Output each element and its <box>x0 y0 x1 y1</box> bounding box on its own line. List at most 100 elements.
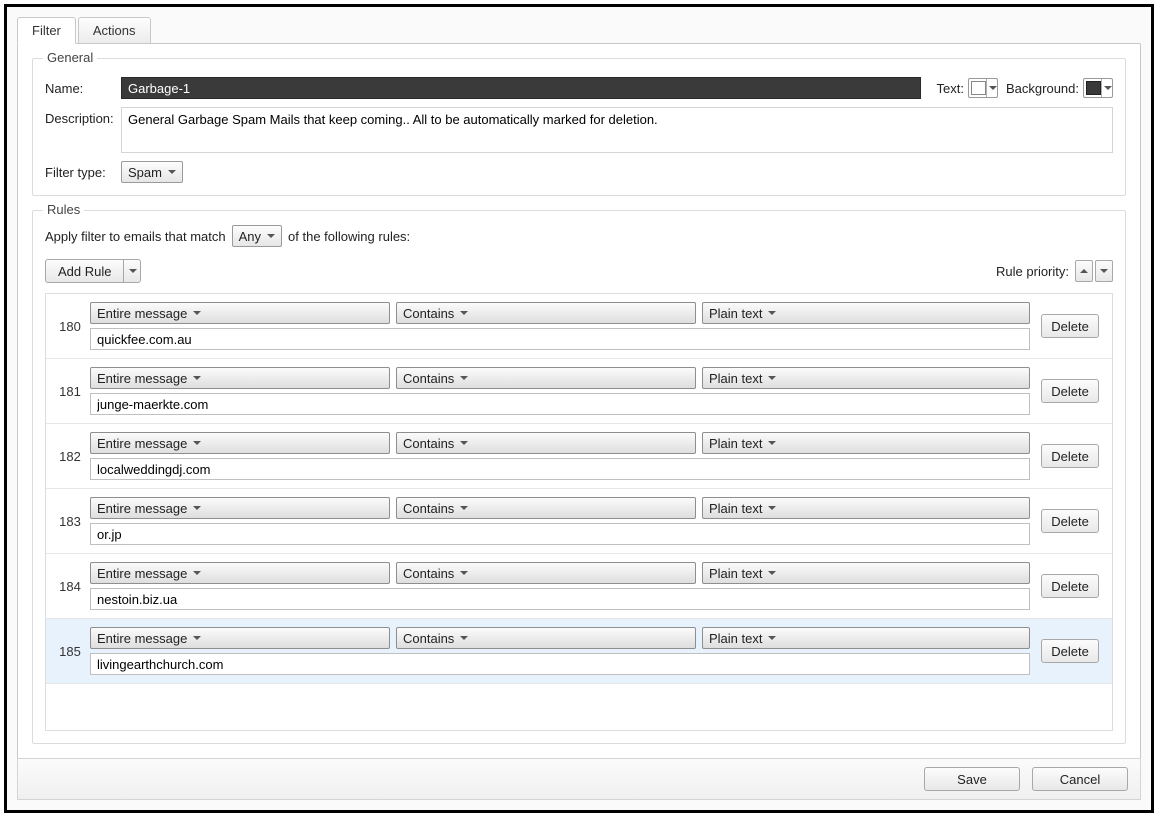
select-value: Contains <box>403 631 454 646</box>
rule-delete-cell: Delete <box>1038 302 1102 350</box>
rule-body: Entire message Contains Plain text <box>90 562 1030 610</box>
rule-operator-select[interactable]: Contains <box>396 497 696 519</box>
rule-format-select[interactable]: Plain text <box>702 302 1030 324</box>
rule-selects: Entire message Contains Plain text <box>90 627 1030 649</box>
background-color-picker[interactable] <box>1083 78 1113 98</box>
save-button[interactable]: Save <box>924 767 1020 791</box>
rule-value-input[interactable] <box>90 653 1030 675</box>
text-color-picker[interactable] <box>968 78 998 98</box>
rule-value-input[interactable] <box>90 523 1030 545</box>
rule-selects: Entire message Contains Plain text <box>90 497 1030 519</box>
name-label: Name: <box>45 81 121 96</box>
rule-format-select[interactable]: Plain text <box>702 497 1030 519</box>
rule-operator-select[interactable]: Contains <box>396 302 696 324</box>
filter-type-select[interactable]: Spam <box>121 161 183 183</box>
rule-delete-cell: Delete <box>1038 497 1102 545</box>
rule-row[interactable]: 184Entire message Contains Plain text Delet… <box>46 554 1112 619</box>
priority-up-button[interactable] <box>1075 260 1093 282</box>
rule-row[interactable]: 181Entire messageContainsPlain textDelet… <box>46 359 1112 424</box>
tab-filter[interactable]: Filter <box>17 17 76 44</box>
priority-down-button[interactable] <box>1095 260 1113 282</box>
rule-value-input[interactable] <box>90 328 1030 350</box>
description-input[interactable] <box>121 107 1113 153</box>
rule-field-select[interactable]: Entire message <box>90 432 390 454</box>
select-value: Entire message <box>97 306 187 321</box>
delete-rule-button[interactable]: Delete <box>1041 444 1099 468</box>
rule-field-select[interactable]: Entire message <box>90 627 390 649</box>
delete-rule-button[interactable]: Delete <box>1041 574 1099 598</box>
rules-list[interactable]: 180Entire messageContainsPlain textDelet… <box>45 293 1113 731</box>
delete-rule-button[interactable]: Delete <box>1041 639 1099 663</box>
rule-operator-select[interactable]: Contains <box>396 627 696 649</box>
rule-selects: Entire message Contains Plain text <box>90 302 1030 324</box>
rule-index: 183 <box>50 497 90 545</box>
rule-value-input[interactable] <box>90 588 1030 610</box>
match-prefix: Apply filter to emails that match <box>45 229 226 244</box>
rule-operator-select[interactable]: Contains <box>396 562 696 584</box>
rule-field-select[interactable]: Entire message <box>90 497 390 519</box>
select-value: Contains <box>403 306 454 321</box>
priority-buttons <box>1075 260 1113 282</box>
rule-format-select[interactable]: Plain text <box>702 562 1030 584</box>
text-color-dropdown[interactable] <box>986 79 997 97</box>
chevron-down-icon <box>460 376 468 380</box>
rule-row[interactable]: 185Entire messageContainsPlain textDelet… <box>46 619 1112 684</box>
delete-rule-button[interactable]: Delete <box>1041 379 1099 403</box>
select-value: Plain text <box>709 306 762 321</box>
rules-toolbar: Add Rule Rule priority: <box>45 259 1113 283</box>
select-value: Contains <box>403 371 454 386</box>
rule-format-select[interactable]: Plain text <box>702 432 1030 454</box>
match-line: Apply filter to emails that match Any of… <box>45 225 1113 247</box>
rule-field-select[interactable]: Entire message <box>90 302 390 324</box>
match-mode-select[interactable]: Any <box>232 225 282 247</box>
select-value: Plain text <box>709 631 762 646</box>
rule-row[interactable]: 182Entire messageContainsPlain textDelet… <box>46 424 1112 489</box>
dialog-footer: Save Cancel <box>17 758 1141 800</box>
chevron-down-icon <box>193 311 201 315</box>
description-row: Description: <box>45 107 1113 153</box>
rule-field-select[interactable]: Entire message <box>90 367 390 389</box>
select-value: Entire message <box>97 501 187 516</box>
rule-index: 180 <box>50 302 90 350</box>
rule-body: Entire message Contains Plain text <box>90 432 1030 480</box>
rule-row[interactable]: 183 Entire message Contains Plain text Delet… <box>46 489 1112 554</box>
rule-index: 184 <box>50 562 90 610</box>
chevron-down-icon <box>1100 269 1108 273</box>
add-rule-dropdown[interactable] <box>123 259 141 283</box>
tab-actions[interactable]: Actions <box>78 17 151 44</box>
chevron-down-icon <box>768 376 776 380</box>
background-color-label: Background: <box>1006 81 1079 96</box>
chevron-down-icon <box>193 571 201 575</box>
rule-operator-select[interactable]: Contains <box>396 367 696 389</box>
rule-delete-cell: Delete <box>1038 562 1102 610</box>
chevron-down-icon <box>193 376 201 380</box>
rule-row[interactable]: 180 Entire message Contains Plain text Delet… <box>46 294 1112 359</box>
add-rule-split-button: Add Rule <box>45 259 141 283</box>
name-input[interactable] <box>121 77 921 99</box>
color-controls: Text: Background: <box>929 78 1113 98</box>
rules-fieldset: Rules Apply filter to emails that match … <box>32 210 1126 744</box>
rule-delete-cell: Delete <box>1038 367 1102 415</box>
general-legend: General <box>43 50 97 65</box>
dialog-frame: Filter Actions General Name: Text: Backg… <box>4 4 1154 813</box>
match-suffix: of the following rules: <box>288 229 410 244</box>
add-rule-button[interactable]: Add Rule <box>45 259 123 283</box>
rules-body: Apply filter to emails that match Any of… <box>45 221 1113 731</box>
rule-operator-select[interactable]: Contains <box>396 432 696 454</box>
delete-rule-button[interactable]: Delete <box>1041 314 1099 338</box>
cancel-button[interactable]: Cancel <box>1032 767 1128 791</box>
select-value: Plain text <box>709 501 762 516</box>
select-value: Plain text <box>709 566 762 581</box>
rule-format-select[interactable]: Plain text <box>702 627 1030 649</box>
rule-format-select[interactable]: Plain text <box>702 367 1030 389</box>
rule-field-select[interactable]: Entire message <box>90 562 390 584</box>
delete-rule-button[interactable]: Delete <box>1041 509 1099 533</box>
rule-value-input[interactable] <box>90 458 1030 480</box>
tab-bar: Filter Actions <box>17 17 1141 43</box>
rule-value-input[interactable] <box>90 393 1030 415</box>
rule-selects: Entire message Contains Plain text <box>90 562 1030 584</box>
rule-selects: Entire message Contains Plain text <box>90 367 1030 389</box>
rule-body: Entire message Contains Plain text <box>90 302 1030 350</box>
background-color-dropdown[interactable] <box>1101 79 1112 97</box>
chevron-down-icon <box>193 441 201 445</box>
